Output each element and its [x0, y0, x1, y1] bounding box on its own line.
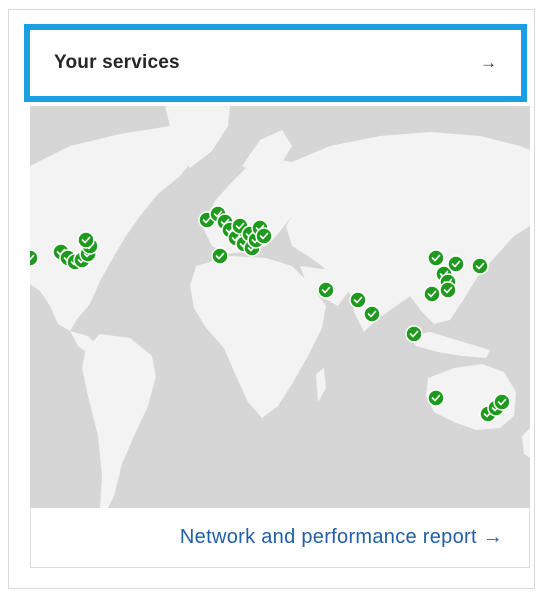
service-location-marker — [405, 325, 423, 343]
service-location-marker — [77, 231, 95, 249]
marker-dot — [349, 291, 367, 309]
service-location-marker — [447, 255, 465, 273]
service-location-marker — [363, 305, 381, 323]
marker-dot — [439, 281, 457, 299]
service-location-marker — [349, 291, 367, 309]
service-location-marker — [317, 281, 335, 299]
marker-dot — [423, 285, 441, 303]
service-location-marker — [423, 285, 441, 303]
marker-dot — [427, 389, 445, 407]
service-location-marker — [255, 227, 273, 245]
marker-dot — [405, 325, 423, 343]
world-map-svg — [30, 106, 530, 508]
marker-dot — [447, 255, 465, 273]
arrow-right-icon: → — [480, 53, 497, 72]
marker-dot — [493, 393, 511, 411]
card-title: Your services — [54, 52, 180, 73]
service-location-marker — [471, 257, 489, 275]
marker-dot — [427, 249, 445, 267]
marker-dot — [255, 227, 273, 245]
your-services-header[interactable]: Your services → — [24, 24, 527, 102]
service-location-marker — [211, 247, 229, 265]
service-location-marker — [439, 281, 457, 299]
network-performance-report-link[interactable]: Network and performance report → — [180, 526, 503, 549]
service-location-marker — [493, 393, 511, 411]
service-location-marker — [427, 249, 445, 267]
world-map — [30, 106, 530, 508]
marker-dot — [471, 257, 489, 275]
marker-dot — [77, 231, 95, 249]
marker-dot — [211, 247, 229, 265]
report-footer: Network and performance report → — [30, 508, 530, 568]
marker-dot — [363, 305, 381, 323]
marker-dot — [317, 281, 335, 299]
service-location-marker — [427, 389, 445, 407]
